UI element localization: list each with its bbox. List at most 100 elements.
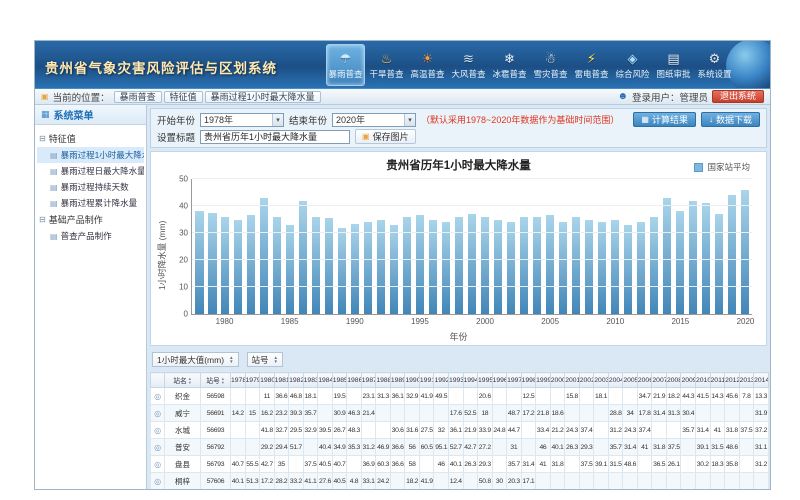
row-select-cell[interactable]: ◎ <box>151 405 165 422</box>
column-header-year[interactable]: 1990 <box>405 373 420 388</box>
column-header-year[interactable]: 2005 <box>623 373 638 388</box>
chevron-down-icon[interactable]: ▾ <box>272 114 283 126</box>
breadcrumb-item-0[interactable]: 暴雨普查 <box>114 91 162 103</box>
tree-leaf[interactable]: ▤普查产品制作 <box>37 228 144 244</box>
sort-arrows-icon[interactable]: ▲▼ <box>188 377 192 385</box>
column-header-year[interactable]: 2007 <box>652 373 667 388</box>
column-header-year[interactable]: 2000 <box>550 373 565 388</box>
column-header-year[interactable]: 1999 <box>536 373 551 388</box>
sort-desc-icon[interactable]: ▼ <box>221 381 225 385</box>
column-header-year[interactable]: 1994 <box>463 373 478 388</box>
calculate-button[interactable]: ▦ 计算结果 <box>633 112 696 127</box>
column-header-year[interactable]: 1997 <box>507 373 522 388</box>
column-header-year[interactable]: 2013 <box>739 373 754 388</box>
start-year-select[interactable]: 1978年 ▾ <box>200 113 284 127</box>
chart-title-input[interactable]: 贵州省历年1小时最大降水量 <box>200 130 350 144</box>
row-select-cell[interactable]: ◎ <box>151 473 165 490</box>
tree-leaf[interactable]: ▤暴雨过程日最大降水量 <box>37 163 144 179</box>
sort-desc-icon[interactable]: ▼ <box>274 360 278 364</box>
column-header-year[interactable]: 1998 <box>521 373 536 388</box>
column-header-year[interactable]: 2014 <box>754 373 769 388</box>
tree-node[interactable]: ⊟特征值 <box>37 130 144 147</box>
nav-item-rainstorm[interactable]: ☂暴雨普查 <box>326 44 365 86</box>
tree-leaf[interactable]: ▤暴雨过程1小时最大降水量 <box>37 147 144 163</box>
column-header-year[interactable]: 1996 <box>492 373 507 388</box>
value-cell <box>463 473 478 490</box>
chart-bar-slot <box>271 179 284 314</box>
nav-item-drawing-approval[interactable]: ▤图纸审批 <box>654 44 693 86</box>
column-header-year[interactable]: 1991 <box>419 373 434 388</box>
tree-node[interactable]: ⊟基础产品制作 <box>37 211 144 228</box>
row-select-cell[interactable]: ◎ <box>151 422 165 439</box>
row-select-cell[interactable]: ◎ <box>151 456 165 473</box>
logout-button[interactable]: 退出系统 <box>712 90 764 103</box>
nav-item-heat[interactable]: ☀高温普查 <box>408 44 447 86</box>
expand-icon[interactable]: ⊟ <box>39 215 46 224</box>
nav-item-wind[interactable]: ≋大风普查 <box>449 44 488 86</box>
column-header-year[interactable]: 1985 <box>332 373 347 388</box>
column-header-year[interactable]: 2002 <box>579 373 594 388</box>
station-sort-control[interactable]: 站号 ▲ ▼ <box>247 352 283 367</box>
sort-arrows-icon[interactable]: ▲▼ <box>221 377 225 385</box>
data-download-button[interactable]: ↓ 数据下载 <box>701 112 760 127</box>
chevron-down-icon[interactable]: ▾ <box>404 114 415 126</box>
column-header-year[interactable]: 1980 <box>260 373 275 388</box>
breadcrumb-item-2[interactable]: 暴雨过程1小时最大降水量 <box>205 91 321 103</box>
column-header-year[interactable]: 1988 <box>376 373 391 388</box>
column-header-year[interactable]: 2011 <box>710 373 725 388</box>
value-cell: 30.2 <box>696 456 711 473</box>
value-cell <box>739 405 754 422</box>
tree-leaf[interactable]: ▤暴雨过程持续天数 <box>37 179 144 195</box>
nav-item-lightning[interactable]: ⚡雷电普查 <box>572 44 611 86</box>
nav-item-hail[interactable]: ❄冰雹普查 <box>490 44 529 86</box>
breadcrumb-item-1[interactable]: 特征值 <box>164 91 203 103</box>
nav-item-snow[interactable]: ☃雪灾普查 <box>531 44 570 86</box>
nav-item-drought[interactable]: ♨干旱普查 <box>367 44 406 86</box>
column-header-year[interactable]: 2006 <box>637 373 652 388</box>
column-header-year[interactable]: 1986 <box>347 373 362 388</box>
column-header-station-name[interactable]: 站名▲▼ <box>165 373 201 388</box>
column-header-year[interactable]: 1979 <box>245 373 260 388</box>
column-header-year[interactable]: 1983 <box>303 373 318 388</box>
column-header-station-id[interactable]: 站号▲▼ <box>201 373 231 388</box>
row-radio-icon[interactable]: ◎ <box>154 426 161 435</box>
nav-item-settings[interactable]: ⚙系统设置 <box>695 44 734 86</box>
end-year-select[interactable]: 2020年 ▾ <box>332 113 416 127</box>
column-header-year[interactable]: 1978 <box>231 373 246 388</box>
column-header-year[interactable]: 1987 <box>361 373 376 388</box>
x-tick-label: 2005 <box>541 317 559 326</box>
tree-leaf[interactable]: ▤暴雨过程累计降水量 <box>37 195 144 211</box>
column-header-year[interactable]: 2004 <box>608 373 623 388</box>
value-cell <box>739 473 754 490</box>
row-radio-icon[interactable]: ◎ <box>154 392 161 401</box>
column-header-year[interactable]: 1993 <box>448 373 463 388</box>
column-header-year[interactable]: 2003 <box>594 373 609 388</box>
expand-icon[interactable]: ⊟ <box>39 134 46 143</box>
sort-arrows-icon[interactable]: ▲ ▼ <box>229 356 233 364</box>
column-header-year[interactable]: 1989 <box>390 373 405 388</box>
save-image-button[interactable]: ▣ 保存图片 <box>355 129 416 144</box>
column-header-year[interactable]: 2012 <box>725 373 740 388</box>
row-select-cell[interactable]: ◎ <box>151 439 165 456</box>
row-radio-icon[interactable]: ◎ <box>154 409 161 418</box>
row-radio-icon[interactable]: ◎ <box>154 443 161 452</box>
value-cell: 46 <box>536 439 551 456</box>
nav-item-composite-risk[interactable]: ◈综合风险 <box>613 44 652 86</box>
column-header-year[interactable]: 2009 <box>681 373 696 388</box>
sort-desc-icon[interactable]: ▼ <box>229 360 233 364</box>
column-header-year[interactable]: 1984 <box>318 373 333 388</box>
column-header-year[interactable]: 1995 <box>478 373 493 388</box>
column-header-year[interactable]: 2010 <box>696 373 711 388</box>
column-header-year[interactable]: 1981 <box>274 373 289 388</box>
row-select-cell[interactable]: ◎ <box>151 388 165 405</box>
sort-desc-icon[interactable]: ▼ <box>188 381 192 385</box>
column-header-year[interactable]: 2008 <box>666 373 681 388</box>
column-header-year[interactable]: 1982 <box>289 373 304 388</box>
value-sort-control[interactable]: 1小时最大值(mm) ▲ ▼ <box>152 352 239 367</box>
row-radio-icon[interactable]: ◎ <box>154 460 161 469</box>
column-header-year[interactable]: 1992 <box>434 373 449 388</box>
column-header-year[interactable]: 2001 <box>565 373 580 388</box>
sort-arrows-icon[interactable]: ▲ ▼ <box>274 356 278 364</box>
row-radio-icon[interactable]: ◎ <box>154 477 161 486</box>
value-sort-label: 1小时最大值(mm) <box>157 354 224 366</box>
